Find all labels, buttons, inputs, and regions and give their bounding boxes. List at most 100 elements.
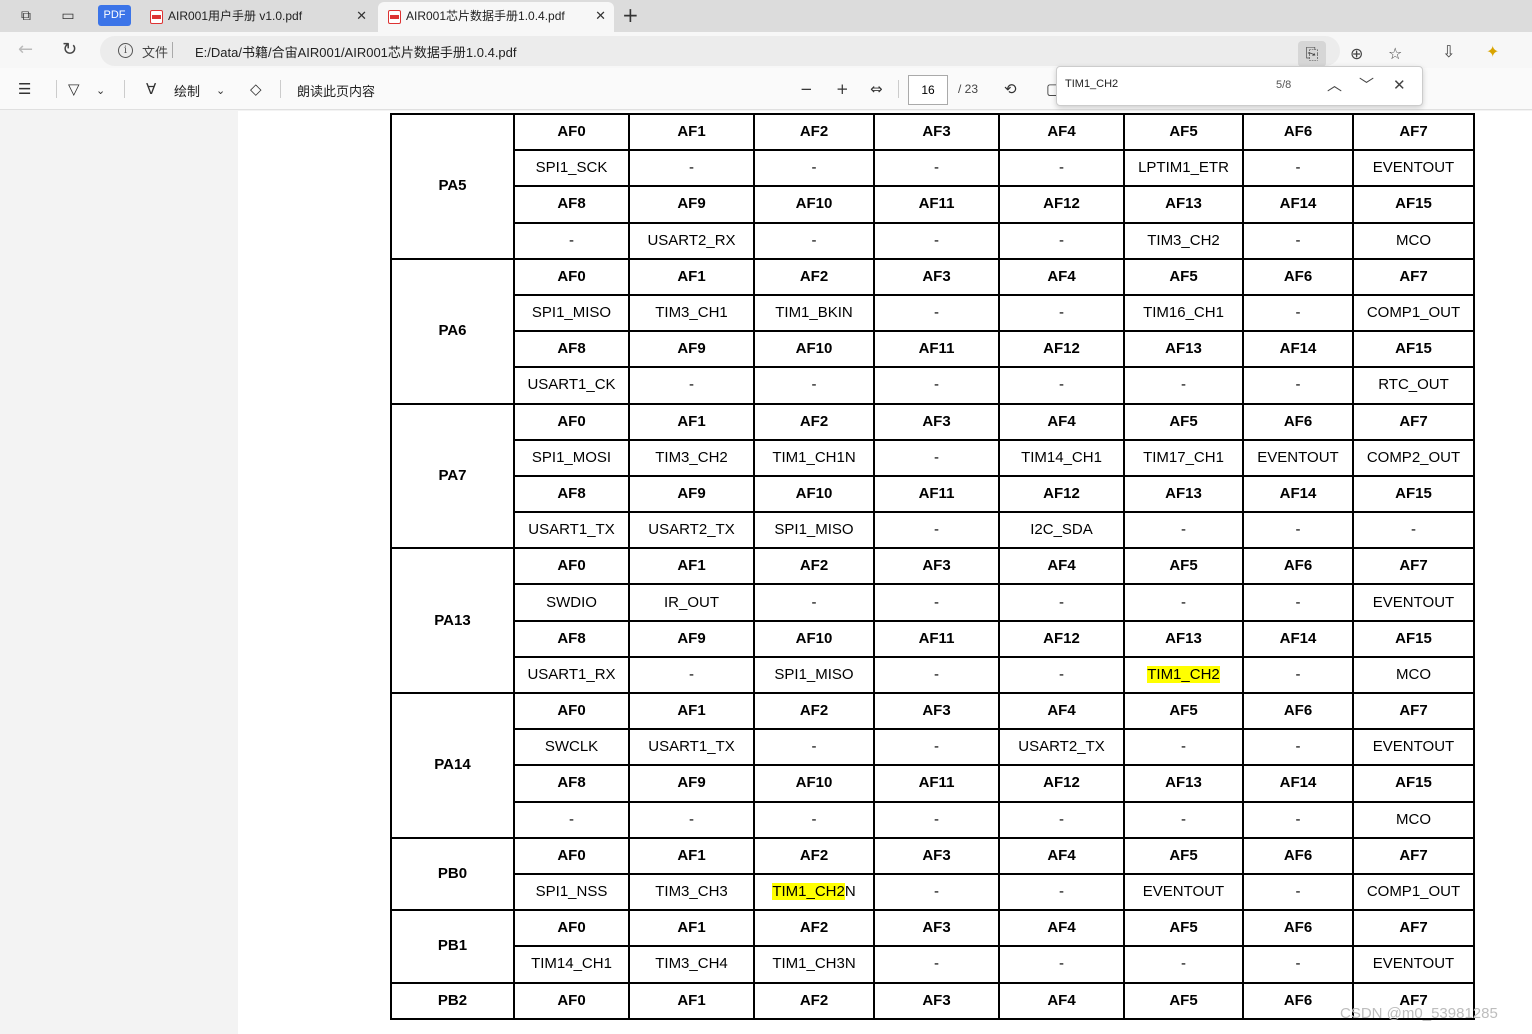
af-header-cell: AF2 — [753, 836, 875, 875]
af-value-cell: - — [1242, 293, 1354, 333]
draw-pen-icon[interactable]: ∀ — [146, 80, 156, 98]
af-value-cell: - — [873, 728, 1000, 767]
find-previous-icon[interactable]: ︿ — [1327, 75, 1342, 95]
af-value-cell: - — [513, 221, 630, 260]
af-header-cell: AF8 — [513, 474, 630, 514]
tab-user-manual[interactable]: AIR001用户手册 v1.0.pdf ✕ — [140, 2, 375, 32]
af-value-row: USART1_TX USART2_TX SPI1_MISO - I2C_SDA - - - — [391, 511, 1475, 550]
extension-icon[interactable]: ✦ — [1486, 42, 1499, 62]
draw-button[interactable]: 绘制 — [174, 81, 200, 100]
url-path[interactable]: E:/Data/书籍/合宙AIR001/AIR001芯片数据手册1.0.4.pd… — [195, 42, 517, 61]
tab-close-icon[interactable]: ✕ — [356, 2, 367, 30]
af-header-cell: AF5 — [1123, 836, 1244, 875]
find-next-icon[interactable]: ﹀ — [1359, 75, 1374, 95]
refresh-icon[interactable]: ↻ — [62, 39, 77, 61]
rotate-icon[interactable]: ⟲ — [1004, 80, 1017, 98]
af-header-cell: AF7 — [1352, 257, 1475, 296]
af-value-cell: - — [1123, 366, 1244, 405]
af-value-cell: - — [873, 945, 1000, 984]
af-value-cell: USART1_CK — [513, 366, 630, 405]
af-header-cell: AF4 — [998, 981, 1125, 1020]
af-header-cell: AF5 — [1123, 402, 1244, 441]
read-aloud-button[interactable]: 朗读此页内容 — [297, 81, 375, 100]
highlight-icon[interactable]: ▽ — [68, 80, 80, 98]
tab-close-icon[interactable]: ✕ — [595, 2, 606, 30]
af-header-cell: AF6 — [1242, 402, 1354, 441]
zoom-out-icon[interactable]: − — [800, 80, 813, 98]
af-value-cell: - — [1352, 511, 1475, 550]
address-bar: ← ↻ i 文件 E:/Data/书籍/合宙AIR001/AIR001芯片数据手… — [0, 32, 1532, 68]
af-header-cell: AF0 — [513, 257, 630, 296]
af-value-row: SWDIO IR_OUT - - - - - EVENTOUT — [391, 583, 1475, 622]
find-bar: TIM1_CH2 5/8 ︿ ﹀ ✕ — [1056, 66, 1423, 106]
workspaces-icon[interactable]: ⧉ — [16, 6, 36, 26]
new-tab-button[interactable]: + — [622, 4, 639, 26]
af-value-cell: - — [753, 221, 875, 260]
page-number-input[interactable]: 16 — [908, 75, 948, 105]
eraser-icon[interactable]: ◇ — [250, 80, 262, 98]
contents-list-icon[interactable]: ☰ — [18, 80, 31, 98]
af-header-cell: AF3 — [873, 909, 1000, 948]
af-value-row: - USART2_RX - - - TIM3_CH2- MCO — [391, 221, 1475, 260]
af-header-cell: AF2 — [753, 257, 875, 296]
af-value-cell: TIM1_CH1N — [753, 438, 875, 477]
af-header-cell: AF4 — [998, 112, 1125, 152]
alternate-function-table: PA5 AF0 AF1 AF2 AF3 AF4 AF5 AF6 AF7 SPI1_SCK - - - - L… — [390, 112, 1475, 1020]
af-header-cell: AF1 — [628, 981, 755, 1020]
af-value-cell: - — [628, 149, 755, 188]
af-header-cell: AF6 — [1242, 257, 1354, 296]
find-close-icon[interactable]: ✕ — [1393, 75, 1406, 95]
af-value-cell: TIM17_CH1 — [1123, 438, 1244, 477]
chevron-down-icon[interactable]: ⌄ — [216, 82, 225, 100]
af-value-row: SPI1_MISO TIM3_CH1 TIM1_BKIN - - TIM16_CH1- CO… — [391, 293, 1475, 333]
af-header-cell: AF14 — [1242, 474, 1354, 514]
af-value-cell: TIM3_CH2 — [628, 438, 755, 477]
af-value-cell: SPI1_NSS — [513, 872, 630, 912]
chevron-down-icon[interactable]: ⌄ — [96, 82, 105, 100]
af-value-cell: TIM1_CH2 — [1123, 655, 1244, 695]
af-value-cell: TIM16_CH1 — [1123, 293, 1244, 333]
info-icon[interactable]: i — [118, 43, 133, 58]
af-value-cell: - — [1123, 728, 1244, 767]
af-value-cell: SPI1_MISO — [513, 293, 630, 333]
zoom-in-icon[interactable]: + — [836, 80, 849, 98]
af-header-cell: AF9 — [628, 474, 755, 514]
af-value-cell: EVENTOUT — [1123, 872, 1244, 912]
af-header-cell: AF4 — [998, 402, 1125, 441]
af-header-cell: AF11 — [873, 764, 1000, 803]
af-value-cell: - — [873, 872, 1000, 912]
back-icon[interactable]: ← — [18, 39, 33, 61]
af-header-cell: AF2 — [753, 112, 875, 152]
af-value-cell: TIM1_CH2N — [753, 872, 875, 912]
af-header-cell: AF0 — [513, 981, 630, 1020]
af-value-row: - - - - - - - MCO — [391, 800, 1475, 839]
af-value-cell: - — [1242, 655, 1354, 695]
tab-label: AIR001用户手册 v1.0.pdf — [168, 9, 303, 23]
af-header-cell: AF14 — [1242, 764, 1354, 803]
find-input[interactable]: TIM1_CH2 — [1065, 78, 1118, 90]
download-icon[interactable]: ⇩ — [1442, 42, 1455, 62]
af-header-row: PA7 AF0 AF1 AF2 AF3 AF4 AF5 AF6 AF7 — [390, 402, 1475, 550]
tab-actions-icon[interactable]: ▭ — [58, 6, 78, 26]
af-value-cell: - — [1242, 728, 1354, 767]
af-value-cell: - — [873, 800, 1000, 839]
af-value-cell: SWDIO — [513, 583, 630, 622]
favorite-star-icon[interactable]: ☆ — [1388, 44, 1402, 64]
af-header-cell: AF1 — [628, 402, 755, 441]
af-header-cell: AF9 — [628, 619, 755, 658]
af-header-cell: AF4 — [998, 836, 1125, 875]
fit-width-icon[interactable]: ⇔ — [870, 80, 883, 98]
af-value-cell: - — [753, 583, 875, 622]
af-value-cell: - — [753, 800, 875, 839]
af-value-cell: - — [873, 149, 1000, 188]
tab-datasheet[interactable]: AIR001芯片数据手册1.0.4.pdf ✕ — [378, 2, 614, 32]
read-mode-icon[interactable]: ⎘ — [1298, 41, 1326, 67]
url-box[interactable]: i 文件 E:/Data/书籍/合宙AIR001/AIR001芯片数据手册1.0… — [100, 36, 1402, 67]
af-header-cell: AF1 — [628, 257, 755, 296]
af-header-cell: AF14 — [1242, 330, 1354, 369]
af-header-cell: AF1 — [628, 909, 755, 948]
af-header-cell: AF0 — [513, 909, 630, 948]
af-header-cell: AF12 — [998, 619, 1125, 658]
zoom-icon[interactable]: ⊕ — [1350, 44, 1363, 64]
af-header-cell: AF2 — [753, 691, 875, 731]
